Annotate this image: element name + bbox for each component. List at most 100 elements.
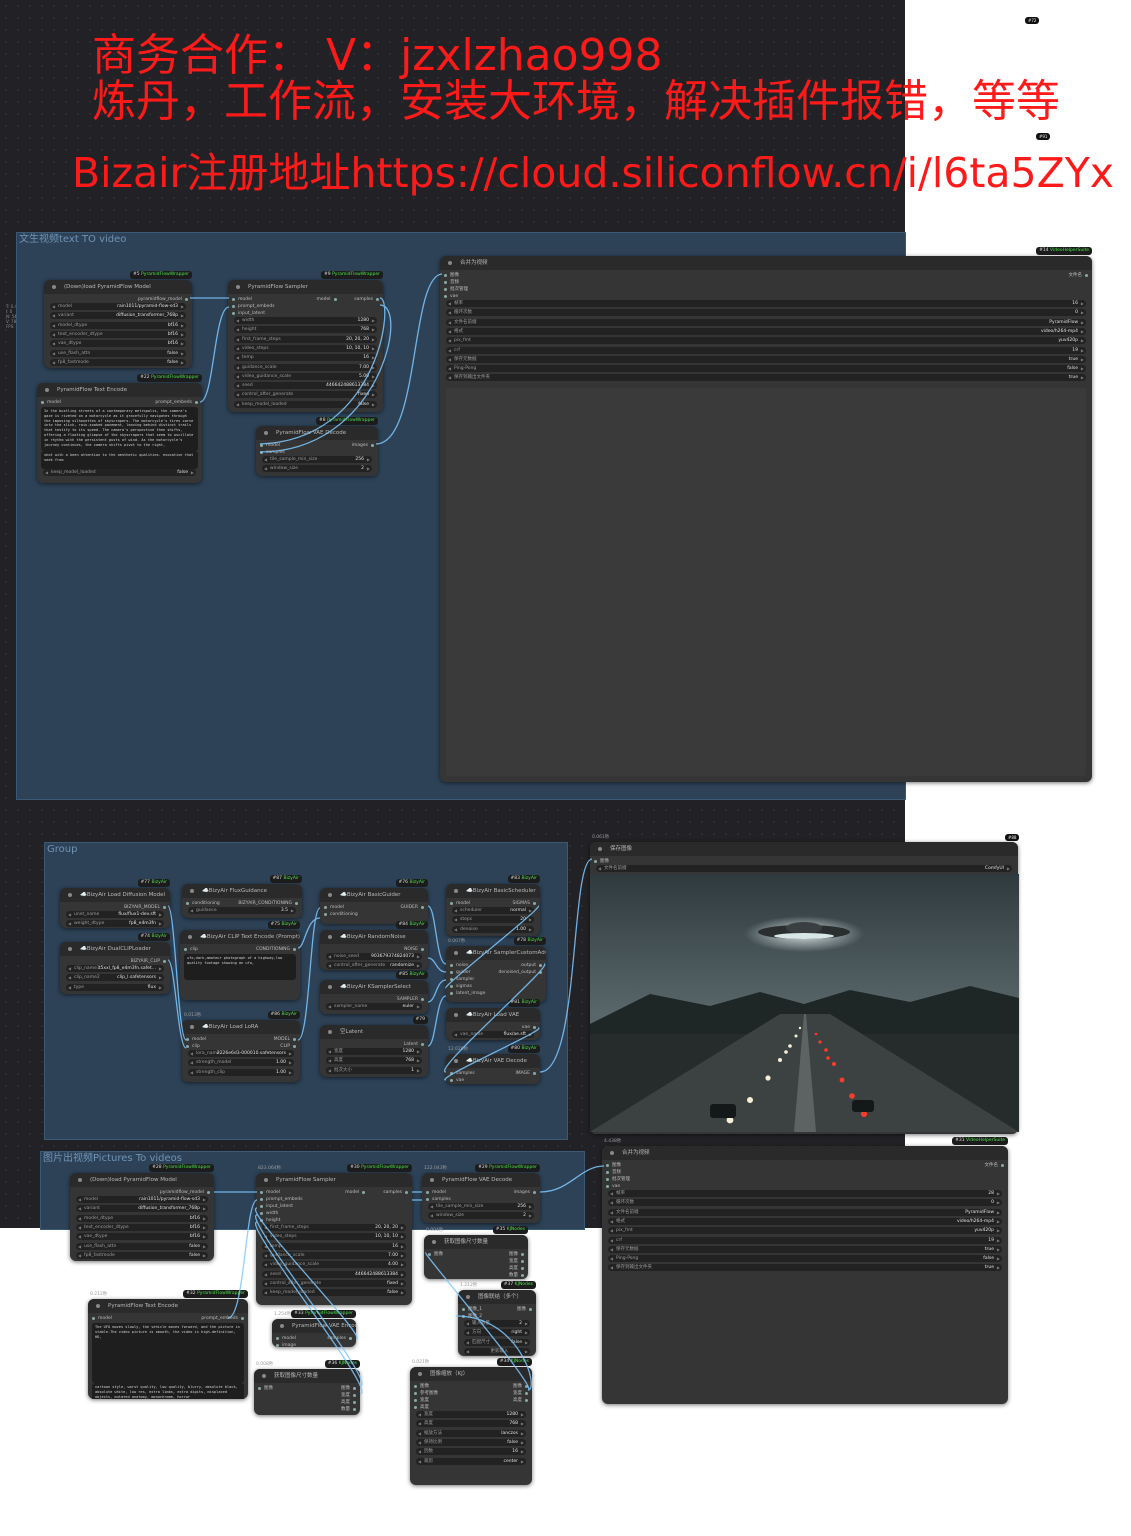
widget-text-encoder-dtype[interactable]: text_encoder_dtype bf16: [76, 1223, 208, 1231]
node-n8[interactable]: PyramidFlow VAE Decode model images samples…: [256, 426, 378, 476]
output-port[interactable]: prompt_embeds: [155, 399, 198, 406]
widget-use-flash-attn[interactable]: use_flash_attn false: [50, 349, 186, 357]
input-port[interactable]: 批次管理: [444, 286, 468, 293]
widget--[interactable]: 宽度 1280: [326, 1048, 422, 1055]
widget--[interactable]: 保存到输出文件夹 true: [608, 1264, 1002, 1272]
node-n31[interactable]: 合并为视频图像 文件名音频批次管理vae帧率 28 循环次数 0 文件名前缀 Pyramid…: [602, 1146, 1008, 1404]
input-port[interactable]: 图像: [428, 1251, 443, 1258]
node-n9[interactable]: PyramidFlow Sampler model model samples prom…: [228, 280, 383, 412]
output-port[interactable]: 图像: [517, 1306, 532, 1313]
widget-first-frame-steps[interactable]: first_frame_steps 20, 20, 20: [262, 1224, 406, 1231]
widget-type[interactable]: type flux: [66, 983, 164, 991]
input-port[interactable]: input_latent: [260, 1203, 293, 1210]
node-title[interactable]: ☁️BizyAir Load LoRA: [182, 1020, 300, 1034]
output-port[interactable]: 图像: [513, 1383, 528, 1390]
widget--[interactable]: 方向 right: [464, 1329, 530, 1337]
node-title[interactable]: ☁️BizyAir BasicScheduler: [446, 884, 540, 898]
input-port[interactable]: model: [186, 1036, 206, 1043]
widget-ping-pong[interactable]: Ping-Pong false: [608, 1255, 1002, 1263]
widget-seed[interactable]: seed 446642488613384: [234, 382, 377, 390]
widget-fp8-fastmode[interactable]: fp8_fastmode false: [50, 358, 186, 366]
widget-vae-dtype[interactable]: vae_dtype bf16: [76, 1233, 208, 1241]
widget-clip-name2[interactable]: clip_name2 clip_l.safetensors: [66, 974, 164, 982]
widget-strength-clip[interactable]: strength_clip 1.00: [188, 1068, 294, 1076]
input-port[interactable]: guider: [450, 969, 470, 976]
widget-pix-fmt[interactable]: pix_fmt yuv420p: [446, 337, 1086, 345]
input-port[interactable]: model: [41, 399, 61, 406]
widget-fp8-fastmode[interactable]: fp8_fastmode false: [76, 1251, 208, 1259]
output-port[interactable]: 图像: [341, 1385, 356, 1392]
widget-crf[interactable]: crf 19: [446, 346, 1086, 354]
widget-window-size[interactable]: window_size 2: [428, 1212, 534, 1220]
node-n35[interactable]: 获取图像尺寸数量 图像 图像 宽度 高度 数量: [424, 1235, 528, 1279]
output-port[interactable]: CONDITIONING: [256, 946, 297, 953]
input-port[interactable]: 音频: [606, 1169, 621, 1176]
widget-vae-dtype[interactable]: vae_dtype bf16: [50, 340, 186, 348]
node-n80[interactable]: ☁️BizyAir VAE Decode samples IMAGE vae: [446, 1054, 540, 1084]
node-title[interactable]: 图像缩放（KJ）: [410, 1367, 532, 1381]
widget-window-size[interactable]: window_size 2: [262, 465, 372, 473]
widget-control-after-generate[interactable]: control_after_generate randomize: [326, 962, 422, 970]
widget-control-after-generate[interactable]: control_after_generate fixed: [262, 1279, 406, 1287]
output-port[interactable]: samples: [383, 1189, 408, 1196]
output-port[interactable]: denoised_output: [498, 969, 542, 976]
widget-use-flash-attn[interactable]: use_flash_attn false: [76, 1242, 208, 1250]
input-port[interactable]: model: [276, 1335, 296, 1342]
widget--[interactable]: 裁剪 center: [416, 1457, 526, 1465]
input-port[interactable]: latent_image: [450, 990, 485, 997]
input-port[interactable]: 批次管理: [606, 1176, 630, 1183]
input-port[interactable]: height: [260, 1217, 280, 1224]
widget--[interactable]: 循环次数 0: [446, 309, 1086, 317]
widget-model[interactable]: model rain1011/pyramid-flow-sd3: [50, 303, 186, 310]
node-title[interactable]: 图像联结（多个）: [458, 1290, 536, 1304]
node-title[interactable]: PyramidFlow VAE Decode: [256, 426, 378, 440]
widget-temp[interactable]: temp 16: [262, 1242, 406, 1250]
widget--[interactable]: 缩放方法 lanczos: [416, 1429, 526, 1437]
widget--[interactable]: 宽度 1280: [416, 1411, 526, 1418]
node-title[interactable]: ☁️BizyAir SamplerCustomAdvanced: [446, 946, 546, 960]
node-n32[interactable]: PyramidFlow Text Encode model prompt_embed…: [88, 1299, 248, 1399]
widget-video-steps[interactable]: video_steps 10, 10, 10: [262, 1233, 406, 1241]
output-port[interactable]: MODEL: [274, 1036, 297, 1043]
widget-model[interactable]: model rain1011/pyramid-flow-sd3: [76, 1196, 208, 1203]
input-port[interactable]: sampler: [450, 976, 474, 983]
node-title[interactable]: (Down)load PyramidFlow Model: [44, 280, 192, 294]
node-title[interactable]: ☁️BizyAir RandomNoise: [320, 930, 428, 944]
prompt-textarea[interactable]: ufo,dark,amateur photograph of a highway…: [184, 954, 296, 980]
output-port[interactable]: 文件名: [1069, 272, 1089, 279]
widget-variant[interactable]: variant diffusion_transformer_768p: [50, 312, 186, 320]
input-port[interactable]: 宽度: [414, 1397, 429, 1404]
output-port[interactable]: model: [345, 1189, 366, 1196]
output-port[interactable]: samples: [354, 296, 379, 303]
node-n36[interactable]: 获取图像尺寸数量 图像 图像 宽度 高度 数量: [254, 1369, 360, 1415]
widget-tile-sample-min-size[interactable]: tile_sample_min_size 256: [428, 1203, 534, 1210]
node-n22[interactable]: PyramidFlow Text Encode model prompt_embed…: [37, 383, 202, 483]
widget-control-after-generate[interactable]: control_after_generate fixed: [234, 391, 377, 399]
widget--[interactable]: 文件名前缀 PyramidFlow: [608, 1208, 1002, 1216]
node-title[interactable]: PyramidFlow VAE Encode: [272, 1319, 356, 1333]
input-port[interactable]: 图像: [444, 272, 459, 279]
node-title[interactable]: PyramidFlow Text Encode: [37, 383, 202, 397]
node-n75[interactable]: ☁️BizyAir CLIP Text Encode (Prompt) clip C…: [180, 930, 300, 1000]
node-n5[interactable]: (Down)load PyramidFlow Model pyramidflow_…: [44, 280, 192, 368]
output-port[interactable]: images: [352, 442, 375, 449]
output-port[interactable]: IMAGE: [515, 1070, 536, 1077]
widget-text-encoder-dtype[interactable]: text_encoder_dtype bf16: [50, 330, 186, 338]
input-port[interactable]: vae: [606, 1183, 620, 1190]
widget-keep-model-loaded[interactable]: keep_model_loaded false: [43, 469, 196, 476]
update-inputs-button[interactable]: 更新输入: [464, 1347, 530, 1355]
input-port[interactable]: model: [92, 1315, 112, 1322]
widget--[interactable]: 输入数量 2: [464, 1320, 530, 1327]
widget-sampler-name[interactable]: sampler_name euler: [326, 1003, 422, 1010]
widget-video-guidance-scale[interactable]: video_guidance_scale 4.00: [262, 1261, 406, 1269]
input-port[interactable]: model: [232, 296, 252, 303]
output-port[interactable]: GUIDER: [400, 904, 424, 911]
node-title[interactable]: ☁️BizyAir KSamplerSelect: [320, 980, 428, 994]
widget-model-dtype[interactable]: model_dtype bf16: [50, 321, 186, 329]
widget-clip-name1[interactable]: clip_name1t5xxl_fp8_e4m3fn.safet...: [66, 965, 164, 972]
widget--[interactable]: 格式 video/h264-mp4: [608, 1217, 1002, 1225]
node-title[interactable]: 合并为视频: [602, 1146, 1008, 1160]
output-port[interactable]: 高度: [509, 1265, 524, 1272]
input-port[interactable]: 图像: [594, 858, 609, 865]
node-title[interactable]: ☁️BizyAir CLIP Text Encode (Prompt): [180, 930, 300, 944]
